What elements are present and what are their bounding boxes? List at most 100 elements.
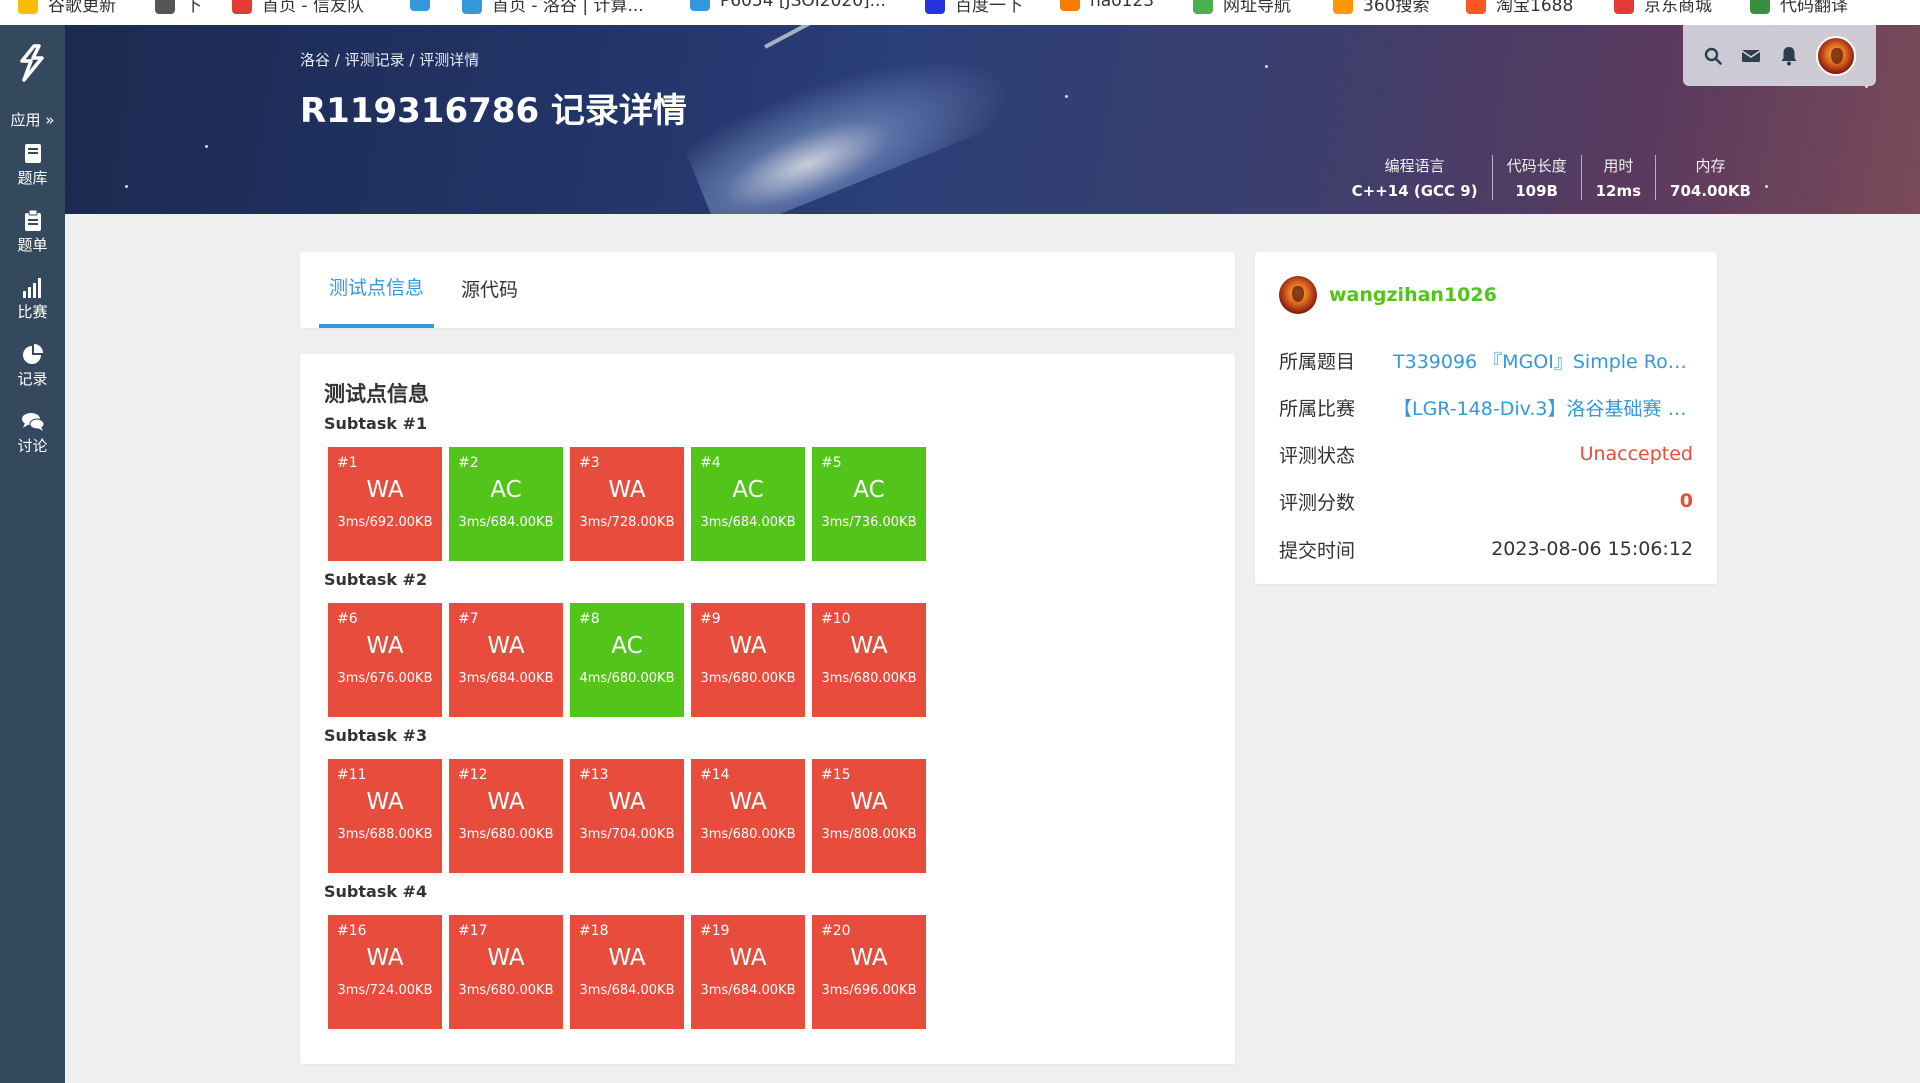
banner-star	[1065, 95, 1068, 98]
testcase-number: #9	[700, 611, 721, 627]
testcase-result: WA	[487, 633, 525, 659]
mail-icon[interactable]	[1740, 45, 1762, 67]
subtask-label: Subtask #1	[324, 414, 428, 433]
banner-star	[1765, 185, 1768, 188]
bookmark-icon	[1750, 0, 1770, 14]
bookmark-item[interactable]: 淘宝1688	[1466, 0, 1573, 16]
bookmark-item[interactable]: P6054 [JSOI2020]...	[690, 0, 886, 11]
testcase-result: WA	[729, 789, 767, 815]
bookmark-item[interactable]	[410, 0, 440, 11]
bookmark-icon	[1614, 0, 1634, 14]
bookmark-item[interactable]: 网址导航	[1193, 0, 1291, 16]
stat-memory: 内存 704.00KB	[1655, 155, 1765, 200]
contest-link[interactable]: 【LGR-148-Div.3】洛谷基础赛 #1 & MGOI Round I	[1393, 394, 1693, 421]
info-row-submit-time: 提交时间 2023-08-06 15:06:12	[1279, 534, 1693, 564]
testcase-result: WA	[608, 789, 646, 815]
stat-value: 12ms	[1595, 182, 1642, 200]
sidebar-item-problemsets[interactable]: 题单	[0, 210, 65, 255]
banner-star	[205, 145, 208, 148]
apps-toggle[interactable]: 应用 »	[0, 109, 65, 130]
subtask-label: Subtask #3	[324, 726, 428, 745]
testcase-tile[interactable]: #11 WA 3ms/688.00KB	[328, 759, 442, 873]
bookmark-item[interactable]: hao123	[1060, 0, 1154, 11]
subtask-label: Subtask #4	[324, 882, 428, 901]
breadcrumb-luogu[interactable]: 洛谷	[300, 51, 330, 69]
bar-chart-icon	[22, 278, 41, 298]
testcase-number: #10	[821, 611, 851, 627]
bookmark-item[interactable]: 首页 - 洛谷 | 计算...	[462, 0, 644, 16]
testcase-tile[interactable]: #15 WA 3ms/808.00KB	[812, 759, 926, 873]
bookmark-icon	[155, 0, 175, 14]
testcase-tile[interactable]: #4 AC 3ms/684.00KB	[691, 447, 805, 561]
breadcrumb: 洛谷 / 评测记录 / 评测详情	[300, 49, 479, 70]
submitter-username[interactable]: wangzihan1026	[1329, 284, 1497, 306]
status-value: Unaccepted	[1579, 443, 1693, 465]
testcase-number: #19	[700, 923, 730, 939]
testcase-number: #16	[337, 923, 367, 939]
testcase-time-memory: 3ms/684.00KB	[458, 515, 554, 530]
bookmark-item[interactable]: 360搜索	[1333, 0, 1429, 16]
testcase-tile[interactable]: #10 WA 3ms/680.00KB	[812, 603, 926, 717]
user-avatar[interactable]	[1816, 35, 1856, 76]
testcase-tile[interactable]: #19 WA 3ms/684.00KB	[691, 915, 805, 1029]
tab-source-code[interactable]: 源代码	[451, 252, 528, 328]
testpoints-card: 测试点信息 Subtask #1 #1 WA 3ms/692.00KB #2 AC 3ms/…	[300, 354, 1235, 1064]
testcase-tile[interactable]: #20 WA 3ms/696.00KB	[812, 915, 926, 1029]
bookmark-item[interactable]: 下	[155, 0, 202, 16]
info-row-contest: 所属比赛 【LGR-148-Div.3】洛谷基础赛 #1 & MGOI Roun…	[1279, 392, 1693, 422]
testcase-result: WA	[366, 945, 404, 971]
search-icon[interactable]	[1702, 45, 1724, 67]
testcase-time-memory: 3ms/680.00KB	[821, 671, 917, 686]
sidebar-item-label: 比赛	[17, 303, 48, 321]
testcase-tile[interactable]: #1 WA 3ms/692.00KB	[328, 447, 442, 561]
submitter-avatar[interactable]	[1279, 276, 1317, 314]
sidebar-item-records[interactable]: 记录	[0, 344, 65, 389]
testcase-time-memory: 3ms/684.00KB	[700, 983, 796, 998]
testcase-time-memory: 3ms/680.00KB	[700, 671, 796, 686]
breadcrumb-records[interactable]: 评测记录	[345, 51, 405, 69]
testcase-tile[interactable]: #16 WA 3ms/724.00KB	[328, 915, 442, 1029]
testpoints-title: 测试点信息	[324, 382, 429, 406]
testcase-tile[interactable]: #13 WA 3ms/704.00KB	[570, 759, 684, 873]
testcase-tile[interactable]: #7 WA 3ms/684.00KB	[449, 603, 563, 717]
bookmark-item[interactable]: 百度一下	[925, 0, 1023, 16]
testcase-time-memory: 3ms/736.00KB	[821, 515, 917, 530]
bell-icon[interactable]	[1778, 45, 1800, 67]
stat-code-length: 代码长度 109B	[1491, 155, 1581, 200]
header-banner: 洛谷 / 评测记录 / 评测详情 R119316786 记录详情 编程语言 C+…	[65, 25, 1920, 214]
bookmark-label: 淘宝1688	[1496, 0, 1574, 16]
sidebar-item-discuss[interactable]: 讨论	[0, 411, 65, 456]
bookmark-item[interactable]: 京东商城	[1614, 0, 1712, 16]
sidebar-item-label: 题库	[17, 169, 48, 187]
testcase-tile[interactable]: #18 WA 3ms/684.00KB	[570, 915, 684, 1029]
info-row-score: 评测分数 0	[1279, 486, 1693, 516]
testcase-tile[interactable]: #3 WA 3ms/728.00KB	[570, 447, 684, 561]
testcase-tile[interactable]: #5 AC 3ms/736.00KB	[812, 447, 926, 561]
bookmark-label: 谷歌更新	[48, 0, 116, 16]
testcase-tile[interactable]: #9 WA 3ms/680.00KB	[691, 603, 805, 717]
bookmark-icon	[410, 0, 430, 11]
luogu-logo-icon[interactable]	[12, 43, 52, 83]
tab-testpoints[interactable]: 测试点信息	[319, 252, 435, 328]
bookmark-item[interactable]: 谷歌更新	[18, 0, 116, 16]
sidebar-item-contests[interactable]: 比赛	[0, 277, 65, 322]
bookmark-label: 代码翻译	[1780, 0, 1848, 16]
bookmark-icon	[1060, 0, 1080, 11]
page-title: R119316786 记录详情	[300, 91, 687, 131]
bookmark-item[interactable]: 代码翻译	[1750, 0, 1848, 16]
testcase-result: WA	[729, 945, 767, 971]
sidebar-item-problems[interactable]: 题库	[0, 143, 65, 188]
problem-link[interactable]: T339096 『MGOI』Simple Round I | B. 魔法照相馆	[1393, 347, 1693, 374]
testcase-tile[interactable]: #12 WA 3ms/680.00KB	[449, 759, 563, 873]
testcase-tile[interactable]: #14 WA 3ms/680.00KB	[691, 759, 805, 873]
testcase-result: WA	[487, 945, 525, 971]
testcase-tile[interactable]: #6 WA 3ms/676.00KB	[328, 603, 442, 717]
bookmark-icon	[925, 0, 945, 14]
bookmark-item[interactable]: 首页 - 信友队	[232, 0, 364, 16]
bookmark-label: 首页 - 信友队	[262, 0, 364, 16]
testcase-tile[interactable]: #17 WA 3ms/680.00KB	[449, 915, 563, 1029]
testcase-tile[interactable]: #2 AC 3ms/684.00KB	[449, 447, 563, 561]
testcase-time-memory: 3ms/704.00KB	[579, 827, 675, 842]
testcase-tile[interactable]: #8 AC 4ms/680.00KB	[570, 603, 684, 717]
bookmark-icon	[232, 0, 252, 14]
